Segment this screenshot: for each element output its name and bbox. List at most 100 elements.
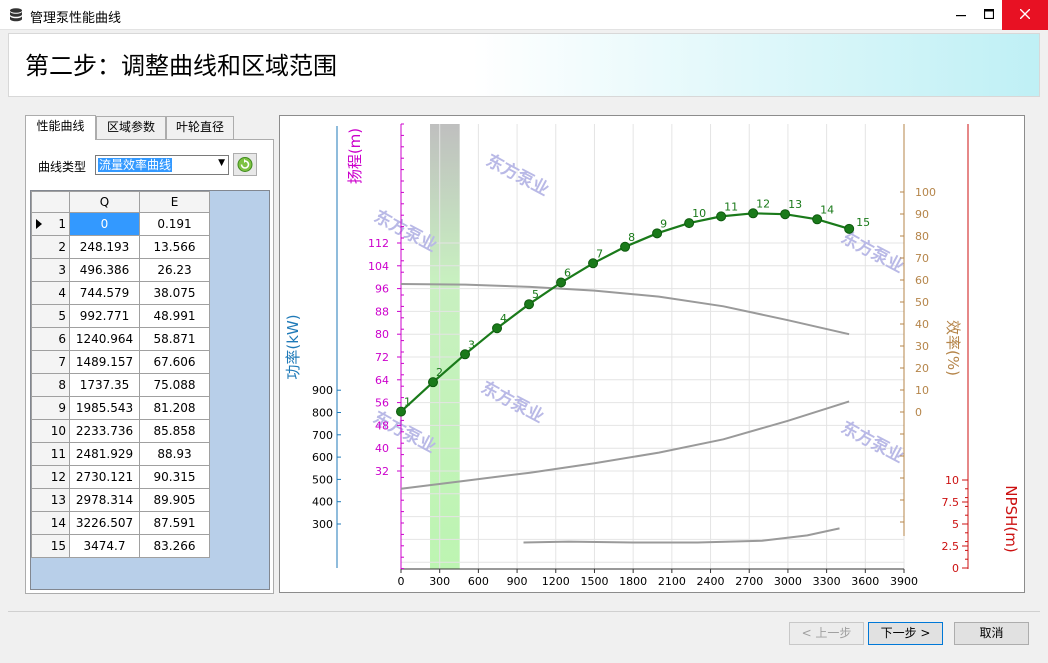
cell-q[interactable]: 3226.507	[69, 511, 140, 535]
row-header[interactable]: 13	[31, 488, 70, 512]
cancel-button[interactable]: 取消	[954, 622, 1029, 645]
tab-zone-parameters[interactable]: 区域参数	[96, 116, 166, 139]
watermark-text: 东方泵业	[838, 227, 908, 277]
table-row[interactable]: 4 744.579 38.075	[31, 281, 210, 305]
head-tick-label: 32	[375, 465, 389, 478]
table-row[interactable]: 12 2730.121 90.315	[31, 465, 210, 489]
efficiency-point-label: 12	[756, 197, 770, 210]
npsh-tick-label: 7.5	[942, 496, 960, 509]
curve-type-select[interactable]: 流量效率曲线 ▼	[95, 155, 229, 175]
row-header[interactable]: 10	[31, 419, 70, 443]
cell-e[interactable]: 58.871	[139, 327, 210, 351]
row-header[interactable]: 15	[31, 534, 70, 558]
table-row[interactable]: 5 992.771 48.991	[31, 304, 210, 328]
cell-q[interactable]: 2233.736	[69, 419, 140, 443]
cell-e[interactable]: 90.315	[139, 465, 210, 489]
chart-area[interactable]: 东方泵业 东方泵业 东方泵业 东方泵业 东方泵业 东方泵业 0 300 600 900 1200 15…	[279, 115, 1025, 593]
cell-q[interactable]: 1985.543	[69, 396, 140, 420]
cell-e[interactable]: 88.93	[139, 442, 210, 466]
efficiency-point-label: 8	[628, 231, 635, 244]
power-tick-label: 400	[312, 496, 333, 509]
table-row[interactable]: 7 1489.157 67.606	[31, 350, 210, 374]
efficiency-tick-label: 100	[915, 186, 936, 199]
cell-e[interactable]: 85.858	[139, 419, 210, 443]
efficiency-point-label: 10	[692, 207, 706, 220]
cell-q[interactable]: 744.579	[69, 281, 140, 305]
row-header[interactable]: 14	[31, 511, 70, 535]
table-row[interactable]: 8 1737.35 75.088	[31, 373, 210, 397]
cell-q[interactable]: 3474.7	[69, 534, 140, 558]
table-row[interactable]: 15 3474.7 83.266	[31, 534, 210, 558]
cell-e[interactable]: 81.208	[139, 396, 210, 420]
current-row-icon	[36, 219, 42, 229]
refresh-button[interactable]	[233, 153, 257, 176]
cell-q[interactable]: 1240.964	[69, 327, 140, 351]
row-header[interactable]: 3	[31, 258, 70, 282]
x-tick-label: 3300	[813, 575, 841, 588]
refresh-icon	[237, 157, 253, 172]
cell-e[interactable]: 83.266	[139, 534, 210, 558]
cell-q[interactable]: 1737.35	[69, 373, 140, 397]
efficiency-tick-label: 20	[915, 362, 929, 375]
cell-q[interactable]: 2481.929	[69, 442, 140, 466]
maximize-button[interactable]	[972, 0, 1006, 30]
x-tick-label: 3900	[890, 575, 918, 588]
efficiency-tick-label: 10	[915, 384, 929, 397]
cell-q[interactable]: 2730.121	[69, 465, 140, 489]
row-header[interactable]: 5	[31, 304, 70, 328]
x-tick-label: 300	[429, 575, 450, 588]
efficiency-point-label: 2	[436, 366, 443, 379]
table-row[interactable]: 2 248.193 13.566	[31, 235, 210, 259]
table-row[interactable]: 11 2481.929 88.93	[31, 442, 210, 466]
column-header-e[interactable]: E	[139, 191, 210, 213]
data-grid[interactable]: Q E 1 0 0.191 2 248.193 13.566 3 496.386 26.23 4 7…	[30, 190, 270, 590]
cell-q[interactable]: 1489.157	[69, 350, 140, 374]
tab-impeller-diameter[interactable]: 叶轮直径	[166, 116, 234, 139]
table-row[interactable]: 6 1240.964 58.871	[31, 327, 210, 351]
close-button[interactable]	[1002, 0, 1048, 30]
tab-performance-curve[interactable]: 性能曲线	[25, 115, 96, 140]
table-row[interactable]: 14 3226.507 87.591	[31, 511, 210, 535]
head-tick-label: 40	[375, 442, 389, 455]
cell-q[interactable]: 496.386	[69, 258, 140, 282]
operating-range-band	[430, 124, 460, 569]
next-step-button[interactable]: 下一步 >	[868, 622, 943, 645]
cell-q[interactable]: 248.193	[69, 235, 140, 259]
head-tick-label: 80	[375, 328, 389, 341]
table-row[interactable]: 10 2233.736 85.858	[31, 419, 210, 443]
table-row[interactable]: 1 0 0.191	[31, 212, 210, 236]
cell-e[interactable]: 13.566	[139, 235, 210, 259]
cell-e[interactable]: 87.591	[139, 511, 210, 535]
row-header[interactable]: 12	[31, 465, 70, 489]
cell-e[interactable]: 38.075	[139, 281, 210, 305]
row-header[interactable]: 7	[31, 350, 70, 374]
row-header-corner	[31, 191, 70, 213]
table-row[interactable]: 13 2978.314 89.905	[31, 488, 210, 512]
table-row[interactable]: 3 496.386 26.23	[31, 258, 210, 282]
cell-e[interactable]: 0.191	[139, 212, 210, 236]
cell-e[interactable]: 89.905	[139, 488, 210, 512]
prev-step-button[interactable]: < 上一步	[789, 622, 864, 645]
head-tick-label: 48	[375, 419, 389, 432]
row-header[interactable]: 1	[31, 212, 70, 236]
cell-e[interactable]: 48.991	[139, 304, 210, 328]
row-header[interactable]: 2	[31, 235, 70, 259]
curve-type-label: 曲线类型	[38, 160, 87, 174]
npsh-tick-label: 2.5	[942, 540, 960, 553]
cell-e[interactable]: 67.606	[139, 350, 210, 374]
cell-q[interactable]: 2978.314	[69, 488, 140, 512]
row-header[interactable]: 8	[31, 373, 70, 397]
column-header-q[interactable]: Q	[69, 191, 140, 213]
cell-q[interactable]: 0	[69, 212, 140, 236]
table-row[interactable]: 9 1985.543 81.208	[31, 396, 210, 420]
performance-chart[interactable]: 东方泵业东方泵业 东方泵业东方泵业东方泵业 东方泵业0 300 600 900 1200 15…	[280, 116, 1026, 594]
power-curve-line	[400, 400, 850, 490]
row-header[interactable]: 11	[31, 442, 70, 466]
row-header[interactable]: 4	[31, 281, 70, 305]
efficiency-point-label: 6	[564, 266, 571, 279]
row-header[interactable]: 6	[31, 327, 70, 351]
row-header[interactable]: 9	[31, 396, 70, 420]
cell-q[interactable]: 992.771	[69, 304, 140, 328]
cell-e[interactable]: 75.088	[139, 373, 210, 397]
cell-e[interactable]: 26.23	[139, 258, 210, 282]
